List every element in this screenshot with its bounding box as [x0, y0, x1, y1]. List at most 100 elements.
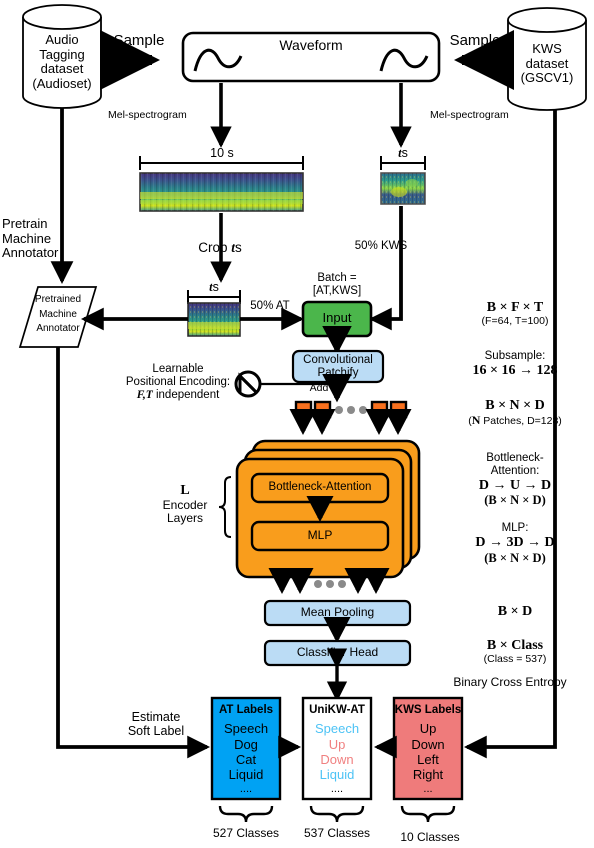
duration-label-ts-right: ts: [377, 146, 429, 160]
caption-line: Pretrain: [2, 216, 48, 231]
bclass-math: B × Class: [486, 638, 544, 653]
caption-line: Annotator: [2, 245, 59, 261]
mel-spectrogram-long: [139, 172, 304, 212]
mlp-shape: (B × N × D): [484, 550, 546, 565]
s-unit: s: [235, 240, 242, 255]
subsample-value: 16 × 16 → 128: [472, 362, 558, 378]
waveform-label: Waveform: [279, 37, 343, 53]
label-item: Down: [320, 751, 354, 767]
posenc-suffix: independent: [152, 388, 220, 401]
estimate-line: Soft Label: [127, 724, 185, 738]
patchify-line: Patchify: [317, 366, 359, 379]
bnd-sub: (N Patches, D=128): [440, 413, 590, 428]
bnd-sub-rest: Patches, D=128): [480, 414, 562, 427]
add-label: Add: [309, 382, 329, 394]
classifier-head-label: Classifier Head: [296, 645, 379, 659]
dataset-line: (Audioset): [32, 75, 92, 91]
arrow-kws-to-input: [368, 206, 403, 331]
annotation-bd: B × D: [497, 604, 533, 619]
label-item: Cat: [235, 751, 257, 767]
posenc-line: F,T independent: [114, 389, 242, 402]
duration-label-10s: 10 s: [210, 146, 234, 160]
pretrain-annotator-caption: Pretrain Machine Annotator: [2, 216, 64, 261]
crop-text: Crop: [198, 240, 228, 255]
s-unit: s: [212, 280, 219, 294]
unikwat-title: UniKW-AT: [309, 704, 365, 717]
bottleneck-attention-label: Bottleneck-Attention: [268, 481, 372, 493]
mel-spectrogram-cropped: [187, 302, 241, 337]
bottleneck-shape: (B × N × D): [484, 493, 546, 508]
posenc-line: Positional Encoding:: [125, 375, 231, 388]
sample-label-left: Sample: [113, 32, 165, 49]
estimate-soft-label-caption: Estimate Soft Label: [108, 710, 204, 738]
brace-kws: [400, 805, 456, 823]
patch-tokens: [294, 400, 408, 419]
dataset-line: KWS: [532, 41, 562, 56]
dataset-line: dataset: [40, 61, 84, 77]
estimate-line: Estimate: [131, 710, 181, 724]
dataset-line: (GSCV1): [520, 70, 574, 86]
encoder-layers-caption: L Encoder Layers: [150, 483, 220, 526]
encoder-layers-brace: [218, 476, 232, 538]
label-item: Dog: [234, 736, 258, 752]
bft-math: B × F × T: [486, 300, 544, 315]
annotation-mlp: MLP: D → 3D → D (B × N × D): [440, 522, 590, 565]
annotation-loss: Binary Cross Entropy: [453, 675, 567, 689]
label-item: Right: [412, 767, 444, 783]
dataset-line: dataset: [525, 55, 569, 71]
batch-line: Batch =: [317, 272, 357, 284]
unikwat-box: UniKW-AT Speech Up Down Liquid ....: [303, 698, 371, 799]
bottleneck-line: Attention:: [490, 464, 540, 477]
audio-tagging-dataset-label: Audio Tagging dataset (Audioset): [23, 32, 101, 91]
diagram-canvas: Audio Tagging dataset (Audioset) KWS dat…: [0, 0, 594, 848]
annotation-bottleneck: Bottleneck- Attention: D → U → D (B × N …: [440, 452, 590, 507]
label-item: Speech: [223, 721, 269, 737]
input-block-label: Input: [322, 310, 352, 325]
positional-encoding-caption: Learnable Positional Encoding: F,T indep…: [114, 363, 242, 402]
encoder-stack: [235, 439, 421, 579]
caption-line: Machine: [2, 230, 52, 246]
mean-pooling-label: Mean Pooling: [300, 605, 375, 619]
annotation-bnd: B × N × D (N Patches, D=128): [440, 398, 590, 427]
label-item-ellipsis: ....: [330, 782, 344, 795]
L-symbol: L: [180, 483, 190, 498]
mlp-line: MLP:: [501, 522, 529, 534]
annotation-subsample: Subsample: 16 × 16 → 128: [440, 350, 590, 379]
encoder-line: Encoder: [162, 497, 208, 512]
annotator-line: Annotator: [36, 323, 80, 334]
at-labels-title: AT Labels: [218, 704, 274, 717]
label-item: Liquid: [319, 767, 355, 783]
label-item: Left: [417, 751, 439, 767]
bottleneck-math: D → U → D: [478, 477, 552, 493]
kws-labels-title: KWS Labels: [394, 704, 462, 717]
mel-spectrogram-label-right: Mel-spectrogram: [430, 109, 509, 121]
arrows-patches-to-encoder: [289, 408, 412, 435]
batch-caption: Batch = [AT,KWS]: [300, 272, 374, 298]
crop-label: Crop ts: [160, 240, 280, 255]
batch-line: [AT,KWS]: [312, 284, 362, 297]
at-labels-box: AT Labels Speech Dog Cat Liquid ....: [212, 698, 280, 799]
duration-label-ts-crop: ts: [188, 280, 240, 294]
label-item-ellipsis: ....: [239, 782, 253, 795]
annotation-bft: B × F × T (F=64, T=100): [440, 300, 590, 327]
ft-symbols: F,T: [136, 388, 153, 401]
mel-spectrogram-label-left: Mel-spectrogram: [108, 109, 187, 121]
annotation-bclass: B × Class (Class = 537): [440, 638, 590, 665]
label-item: Speech: [314, 721, 360, 737]
dataset-line: Audio: [45, 32, 79, 47]
path-annotator-to-at-labels: [56, 347, 211, 759]
subsample-label: Subsample:: [484, 350, 546, 362]
bft-sub: (F=64, T=100): [481, 314, 549, 327]
mlp-label: MLP: [307, 528, 333, 542]
label-item: Up: [419, 721, 437, 737]
encoder-out-dots: [314, 580, 346, 588]
brace-unikwat: [309, 805, 365, 823]
kws-labels-box: KWS Labels Up Down Left Right ...: [394, 698, 462, 799]
encoder-line: Layers: [166, 511, 204, 526]
s-unit: s: [401, 146, 408, 160]
kws-class-count: 10 Classes: [400, 830, 460, 844]
bnd-math: B × N × D: [485, 398, 545, 413]
label-item: Up: [328, 736, 346, 752]
annotator-line: Machine: [39, 308, 77, 320]
pct-kws-label: 50% KWS: [354, 240, 408, 252]
